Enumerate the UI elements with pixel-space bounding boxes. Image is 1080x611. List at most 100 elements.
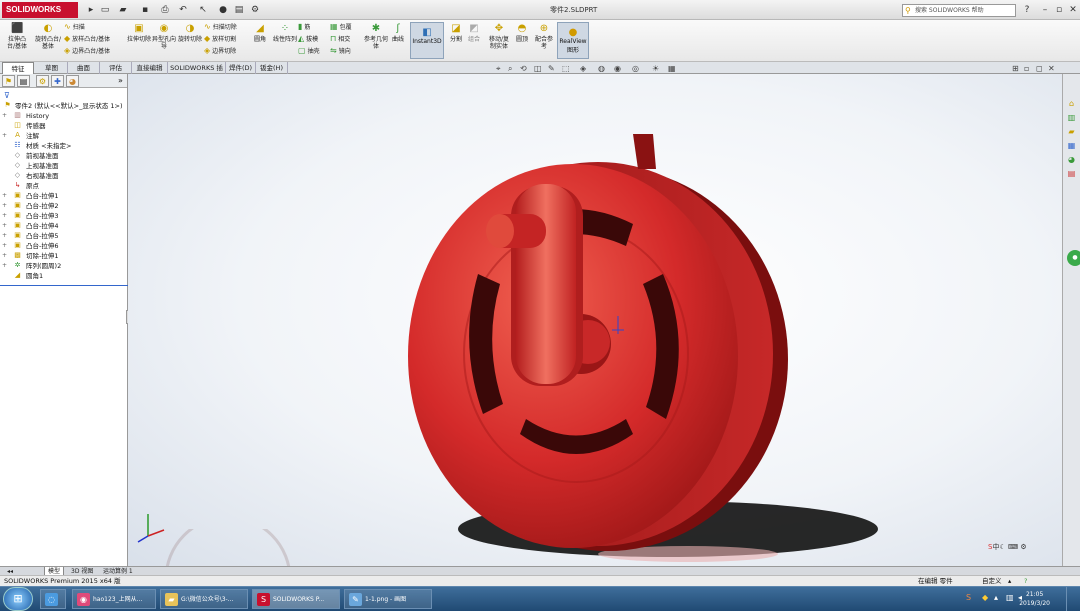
save-icon[interactable]: ▪	[138, 4, 152, 16]
custom-properties-icon[interactable]: ▤	[1065, 168, 1078, 179]
viewport-icon[interactable]: ⊞	[1012, 64, 1019, 73]
tree-item-extrude2[interactable]: + ▣ 凸台-拉伸2	[0, 201, 128, 211]
expand-icon[interactable]: +	[2, 111, 7, 121]
tray-chevron-icon[interactable]: ▴	[994, 593, 998, 602]
clock[interactable]: 21:05 2019/3/20	[1019, 590, 1050, 608]
units-dropdown-icon[interactable]: ▴	[1008, 576, 1011, 586]
linear-pattern-button[interactable]: ⁘ 线性阵列	[272, 23, 298, 43]
graphics-area[interactable]	[128, 74, 1062, 611]
appearances-icon[interactable]: ◕	[1065, 154, 1078, 165]
apply-scene-icon[interactable]: ◎	[632, 64, 639, 73]
hide-show-items-icon[interactable]: ◍	[598, 64, 605, 73]
minimize-button[interactable]: –	[1038, 4, 1052, 16]
restore-viewport-icon[interactable]: ▫	[1024, 64, 1029, 73]
feature-manager-tab-icon[interactable]: ⚑	[2, 75, 15, 87]
expand-icon[interactable]: +	[2, 211, 7, 221]
tray-icon-1[interactable]: S	[966, 593, 971, 602]
solidworks-logo[interactable]: SOLIDWORKS	[2, 2, 78, 18]
configuration-manager-tab-icon[interactable]: ⚙	[36, 75, 49, 87]
extrude-boss-button[interactable]: ⬛ 拉伸凸台/基体	[4, 23, 30, 50]
rollback-bar[interactable]	[0, 285, 128, 286]
expand-icon[interactable]: +	[2, 191, 7, 201]
boundary-boss-button[interactable]: ◈ 边界凸台/基体	[64, 46, 110, 57]
select-arrow-icon[interactable]: ↖	[196, 4, 210, 16]
pinned-app-button[interactable]: ◌	[40, 589, 66, 609]
hole-wizard-button[interactable]: ◉ 异型孔向导	[152, 23, 176, 50]
resources-icon[interactable]: ⌂	[1065, 98, 1078, 109]
print-icon[interactable]: ⎙	[158, 4, 172, 16]
tree-item-extrude6[interactable]: + ▣ 凸台-拉伸6	[0, 241, 128, 251]
section-view-icon[interactable]: ◫	[534, 64, 542, 73]
display-style-icon[interactable]: ◈	[580, 64, 586, 73]
tab-direct-editing[interactable]: 直接编辑	[132, 62, 168, 74]
rebuild-icon[interactable]: ●	[216, 4, 230, 16]
realview-graphics-button[interactable]: ● RealView图形	[557, 22, 589, 59]
tab-evaluate[interactable]: 评估	[100, 62, 132, 74]
tree-item-extrude4[interactable]: + ▣ 凸台-拉伸4	[0, 221, 128, 231]
tab-sheet-metal[interactable]: 钣金(H)	[256, 62, 288, 74]
intersect-button[interactable]: ⊓ 相交	[330, 34, 350, 45]
previous-view-icon[interactable]: ⟲	[520, 64, 527, 73]
indent-button[interactable]: ◓ 圆顶	[514, 23, 530, 43]
new-document-icon[interactable]: ▭	[98, 4, 112, 16]
fillet-button[interactable]: ◢ 圆角	[252, 23, 268, 43]
tree-item-origin[interactable]: ↳ 原点	[0, 181, 128, 191]
expand-icon[interactable]: +	[2, 261, 7, 271]
move-copy-body-button[interactable]: ✥ 移动/复制实体	[486, 23, 512, 50]
expand-icon[interactable]: +	[2, 201, 7, 211]
ime-toolbar[interactable]: S中☾ ⌨ ⚙	[988, 542, 1027, 552]
view-orientation-icon[interactable]: ⬚	[562, 64, 570, 73]
tab-sketch[interactable]: 草图	[36, 62, 68, 74]
tree-item-annotations[interactable]: + A 注解	[0, 131, 128, 141]
start-button[interactable]: ⊞	[3, 587, 33, 611]
loft-button[interactable]: ◆ 放样凸台/基体	[64, 34, 110, 45]
lofted-cut-button[interactable]: ◆ 放样切割	[204, 34, 236, 45]
help-icon[interactable]: ?	[1020, 4, 1034, 16]
tree-item-circular-pattern[interactable]: + ✲ 阵列(圆周)2	[0, 261, 128, 271]
options-icon[interactable]: ⚙	[248, 4, 262, 16]
help-status-icon[interactable]: ?	[1024, 576, 1027, 586]
taskbar-explorer[interactable]: ▰ G:\微信公众号\3-...	[160, 589, 248, 609]
view-palette-icon[interactable]: ▦	[1065, 140, 1078, 151]
reference-geometry-button[interactable]: ✱ 参考几何体	[364, 23, 388, 50]
expand-icon[interactable]: +	[2, 241, 7, 251]
revolve-boss-button[interactable]: ◐ 旋转凸台/基体	[34, 23, 62, 50]
swept-cut-button[interactable]: ∿ 扫描切除	[204, 22, 237, 33]
edit-appearance-icon[interactable]: ◉	[614, 64, 621, 73]
play-icon[interactable]: ▸	[84, 4, 98, 16]
expand-panel-icon[interactable]: »	[118, 76, 123, 85]
combine-button[interactable]: ◩ 组合	[466, 23, 482, 43]
tab-weldments[interactable]: 焊件(D)	[226, 62, 256, 74]
tree-root-part[interactable]: ⚑ 零件2 (默认<<默认>_显示状态 1>)	[0, 101, 128, 111]
chat-bubble-icon[interactable]: ●	[1067, 250, 1080, 266]
display-manager-tab-icon[interactable]: ◕	[66, 75, 79, 87]
taskbar-browser[interactable]: ◉ hao123_上网从...	[72, 589, 156, 609]
curves-button[interactable]: ʃ 曲线	[390, 23, 406, 43]
maximize-button[interactable]: ▫	[1052, 4, 1066, 16]
network-icon[interactable]: ▥	[1006, 593, 1014, 602]
close-viewport-icon[interactable]: ✕	[1048, 64, 1055, 73]
help-search-input[interactable]: ⚲ 搜索 SOLIDWORKS 帮助	[902, 4, 1016, 17]
shell-button[interactable]: ▢ 抽壳	[298, 46, 320, 57]
open-folder-icon[interactable]: ▰	[116, 4, 130, 16]
maximize-viewport-icon[interactable]: ◻	[1036, 64, 1043, 73]
tree-item-fillet1[interactable]: ◢ 圆角1	[0, 271, 128, 281]
dimxpert-tab-icon[interactable]: ✚	[51, 75, 64, 87]
expand-icon[interactable]: +	[2, 251, 7, 261]
expand-icon[interactable]: +	[2, 221, 7, 231]
tab-surfaces[interactable]: 曲面	[68, 62, 100, 74]
instant3d-button[interactable]: ◧ Instant3D	[410, 22, 444, 59]
display-pane-icon[interactable]: ▦	[668, 64, 676, 73]
expand-icon[interactable]: +	[2, 131, 7, 141]
zoom-area-icon[interactable]: ⌕	[508, 64, 512, 74]
mate-reference-button[interactable]: ⊕ 配合参考	[534, 23, 554, 50]
view-settings-icon[interactable]: ☀	[652, 64, 659, 73]
property-manager-tab-icon[interactable]: ▤	[17, 75, 30, 87]
file-properties-icon[interactable]: ▤	[232, 4, 246, 16]
rib-button[interactable]: ▮ 筋	[298, 22, 310, 33]
tree-item-top-plane[interactable]: ◇ 上视基准面	[0, 161, 128, 171]
filter-icon[interactable]: ⊽	[4, 91, 10, 100]
tree-item-sensors[interactable]: ◫ 传感器	[0, 121, 128, 131]
boundary-cut-button[interactable]: ◈ 边界切除	[204, 46, 236, 57]
zoom-to-fit-icon[interactable]: ⌖	[496, 64, 501, 74]
